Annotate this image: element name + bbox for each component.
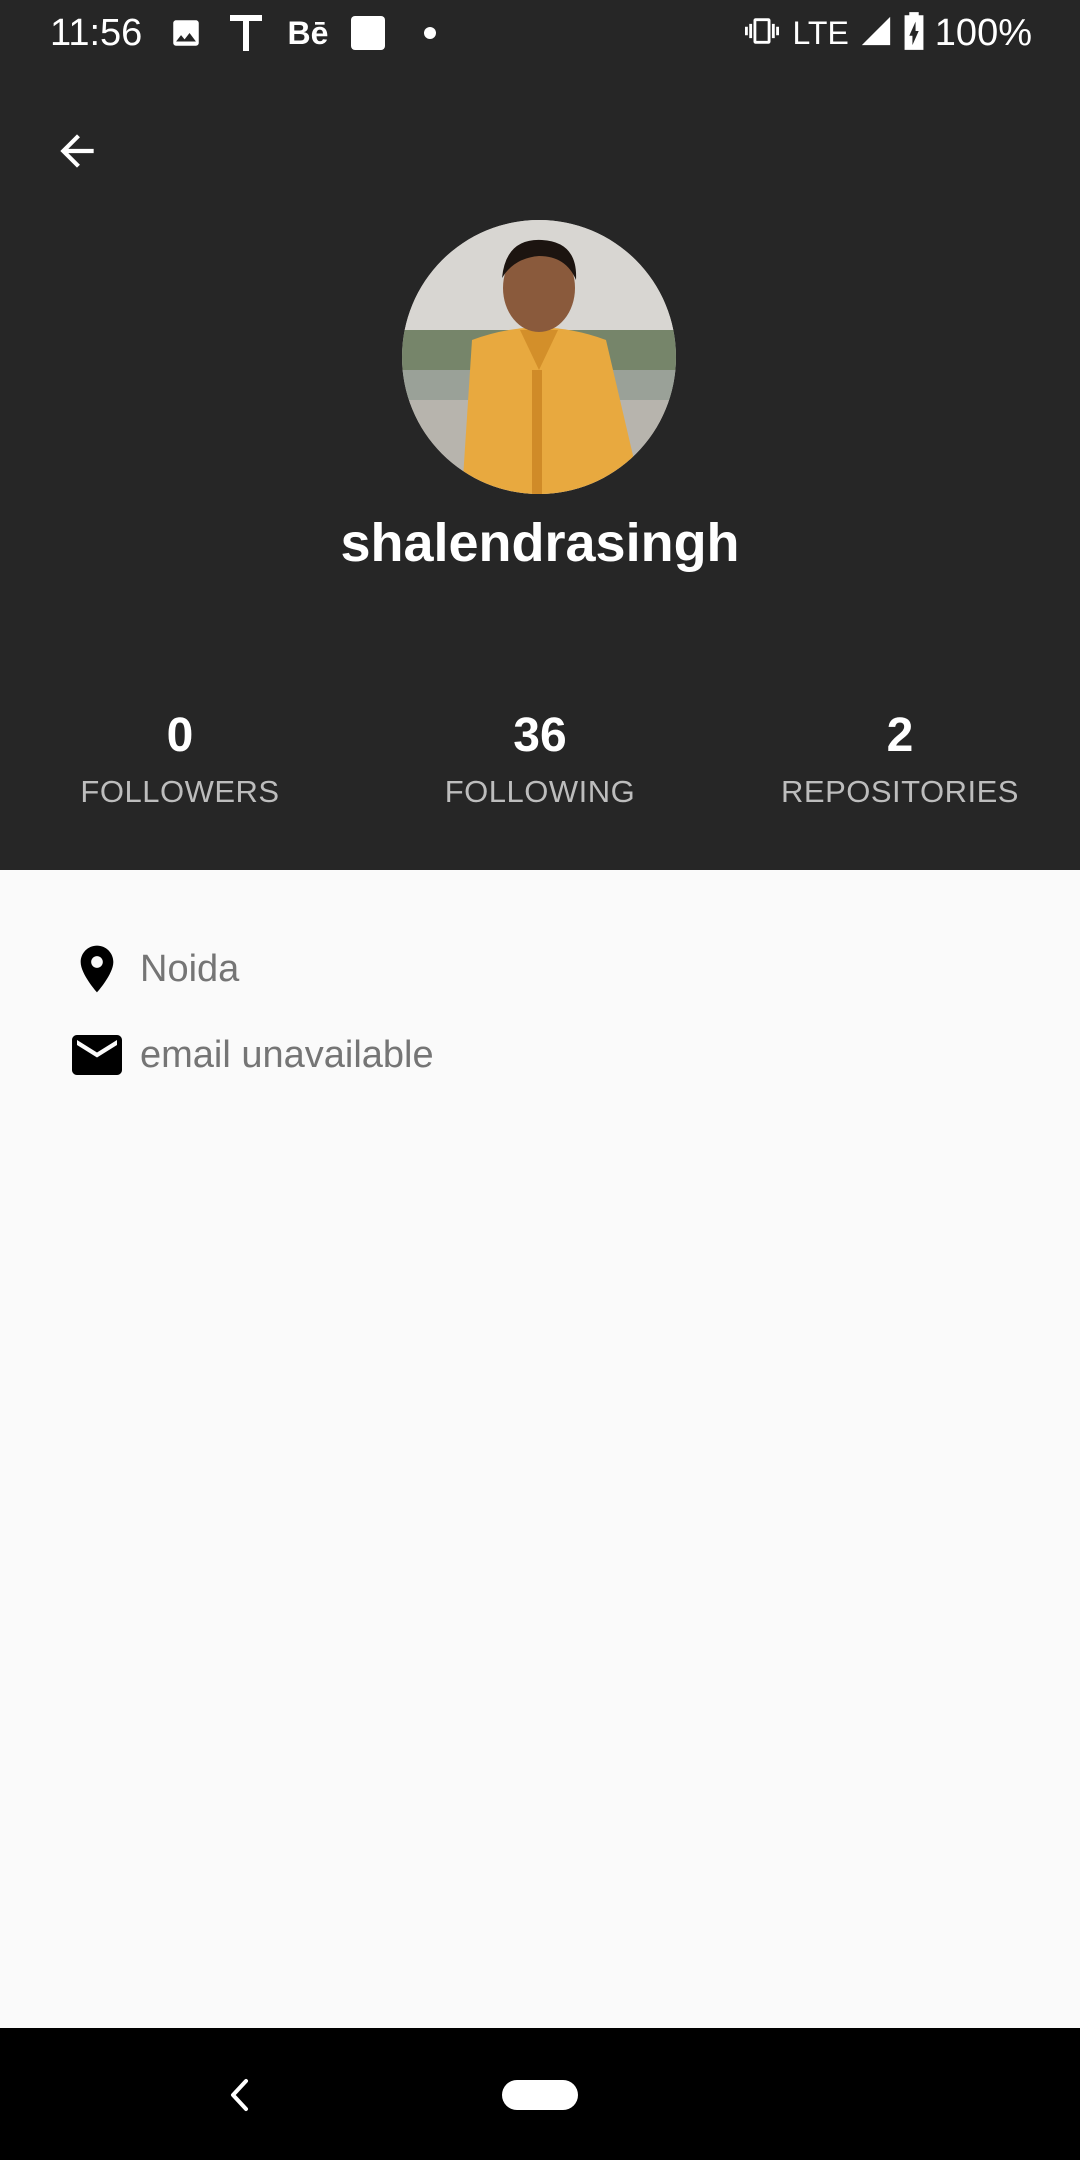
battery-icon bbox=[903, 11, 925, 55]
location-pin-icon bbox=[66, 938, 128, 1000]
followers-count: 0 bbox=[166, 709, 194, 762]
location-text: Noida bbox=[140, 947, 240, 990]
email-text: email unavailable bbox=[140, 1033, 434, 1076]
repositories-label: REPOSITORIES bbox=[781, 774, 1019, 809]
nav-back-button[interactable] bbox=[214, 2070, 264, 2120]
square-icon bbox=[350, 14, 386, 52]
behance-icon: Bē bbox=[287, 14, 329, 51]
chevron-left-icon bbox=[231, 2079, 248, 2111]
followers-label: FOLLOWERS bbox=[80, 774, 280, 809]
status-right: LTE 100% bbox=[742, 10, 1032, 56]
location-row: Noida bbox=[66, 934, 239, 1004]
network-type: LTE bbox=[792, 14, 849, 51]
avatar bbox=[402, 220, 676, 494]
username: shalendrasingh bbox=[340, 513, 740, 573]
arrow-left-icon bbox=[60, 134, 94, 168]
following-count: 36 bbox=[513, 709, 567, 762]
status-bar: 11:56 Bē LTE 100% bbox=[0, 0, 1080, 66]
signal-icon bbox=[859, 14, 893, 53]
image-icon bbox=[168, 14, 204, 52]
repositories-count: 2 bbox=[886, 709, 914, 762]
navigation-bar bbox=[0, 2028, 1080, 2160]
profile-stats: 0 FOLLOWERS 36 FOLLOWING 2 REPOSITORIES bbox=[0, 706, 1080, 826]
status-time: 11:56 bbox=[50, 12, 143, 54]
profile-header: shalendrasingh 0 FOLLOWERS 36 FOLLOWING … bbox=[0, 66, 1080, 870]
stat-followers[interactable]: 0 FOLLOWERS bbox=[0, 706, 360, 814]
nav-home-pill[interactable] bbox=[502, 2080, 578, 2110]
email-row: email unavailable bbox=[66, 1020, 434, 1090]
battery-percent: 100% bbox=[934, 11, 1032, 54]
vibrate-icon bbox=[742, 14, 782, 53]
stat-following[interactable]: 36 FOLLOWING bbox=[360, 706, 720, 814]
dot-icon bbox=[420, 14, 440, 52]
stat-repositories[interactable]: 2 REPOSITORIES bbox=[720, 706, 1080, 814]
mail-icon bbox=[66, 1024, 128, 1086]
following-label: FOLLOWING bbox=[444, 774, 636, 809]
t-icon bbox=[226, 14, 266, 52]
back-button[interactable] bbox=[40, 114, 114, 188]
